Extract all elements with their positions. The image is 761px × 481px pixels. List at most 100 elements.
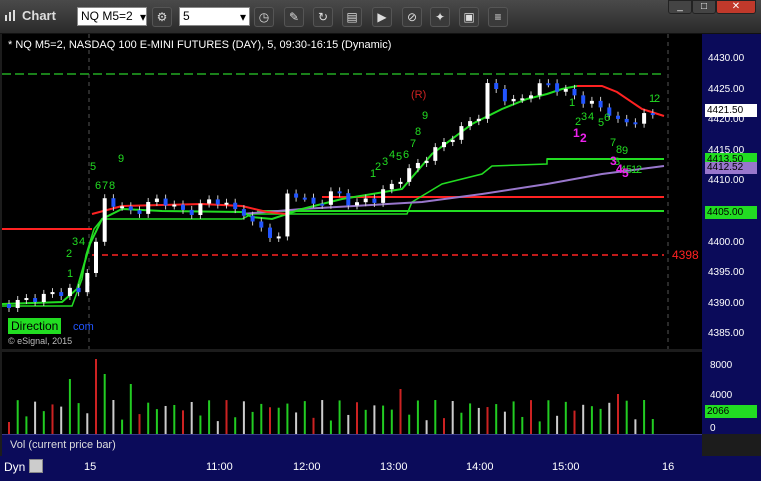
candle-body: [546, 83, 551, 86]
volume-bar: [25, 416, 28, 434]
candle-body: [415, 162, 420, 169]
count-label: 4: [79, 236, 85, 248]
candle-body: [337, 191, 342, 194]
volume-badge: 2066: [705, 405, 757, 418]
candle-body: [189, 209, 194, 215]
close-button[interactable]: ✕: [716, 0, 756, 14]
copyright-text: © eSignal, 2015: [8, 336, 72, 346]
candle-body: [529, 95, 533, 99]
volume-bar: [321, 400, 324, 434]
volume-bar: [408, 414, 411, 434]
print-icon[interactable]: ▤: [342, 7, 362, 27]
candle-body: [346, 193, 351, 206]
count-label: 4: [389, 149, 395, 161]
refresh-icon[interactable]: ↻: [313, 7, 333, 27]
candle-body: [268, 227, 272, 238]
menu-icon[interactable]: ≡: [488, 7, 508, 27]
symbol-settings-icon[interactable]: ⚙: [152, 7, 172, 27]
candle-body: [355, 202, 359, 206]
candle-body: [563, 88, 568, 92]
candle-body: [442, 142, 446, 148]
price-tick: 4395.00: [708, 267, 745, 279]
window-title: Chart: [22, 8, 56, 23]
candle-body: [459, 126, 464, 140]
volume-bar: [68, 379, 71, 434]
clock-icon[interactable]: ◷: [254, 7, 274, 27]
count-label: 6: [95, 180, 101, 192]
maximize-button[interactable]: □: [692, 0, 716, 14]
candle-body: [650, 113, 655, 116]
candle-body: [485, 83, 490, 119]
volume-bar: [138, 414, 141, 434]
volume-bar: [164, 405, 167, 434]
candle-body: [320, 203, 325, 206]
count-label: 9: [118, 153, 124, 165]
purple-average-line: [241, 165, 665, 215]
no-entry-icon[interactable]: ⊘: [402, 7, 422, 27]
volume-label: Vol (current price bar): [10, 439, 116, 451]
candle-body: [198, 203, 203, 215]
pencil-icon[interactable]: ✎: [284, 7, 304, 27]
time-label-1400: 14:00: [466, 461, 494, 473]
volume-bar: [608, 402, 611, 434]
magenta-count-label: 1: [573, 126, 580, 140]
interval-dropdown-icon[interactable]: ▾: [237, 8, 249, 25]
price-tick: 4430.00: [708, 53, 745, 64]
play-icon[interactable]: ▶: [372, 7, 392, 27]
volume-bar: [416, 400, 419, 434]
magenta-count-label: 2: [580, 131, 587, 145]
time-axis[interactable]: Dyn 15 11:00 12:00 13:00 14:00 15:00 16: [0, 456, 761, 481]
volume-bar: [190, 401, 193, 434]
candle-body: [24, 298, 29, 301]
volume-bar: [42, 411, 45, 434]
pin-icon[interactable]: ✦: [430, 7, 450, 27]
volume-bar: [625, 400, 628, 434]
volume-bar: [538, 421, 541, 434]
count-label: 1: [569, 97, 575, 109]
volume-bar: [434, 400, 437, 434]
candles: [7, 79, 655, 312]
vol-tick-4000: 4000: [710, 390, 733, 401]
volume-bar: [329, 420, 332, 434]
time-label-1300: 13:00: [380, 461, 408, 473]
save-icon[interactable]: ▣: [459, 7, 479, 27]
candle-body: [224, 202, 229, 205]
candle-body: [389, 183, 394, 190]
minimize-button[interactable]: _: [668, 0, 692, 14]
candle-body: [233, 202, 238, 210]
time-label-16: 16: [662, 461, 675, 473]
candle-body: [59, 292, 64, 296]
count-label: 2: [66, 248, 72, 260]
volume-bar: [521, 416, 524, 434]
candle-body: [137, 210, 142, 214]
volume-bar: [277, 407, 280, 434]
candle-body: [50, 292, 55, 295]
vol-tick-8000: 8000: [710, 360, 733, 371]
candle-body: [41, 293, 46, 302]
price-axis[interactable]: 4430.004425.004420.004415.004410.004405.…: [702, 34, 761, 434]
candle-body: [476, 118, 481, 122]
volume-bar: [634, 419, 637, 434]
time-label-1100: 11:00: [206, 461, 233, 473]
volume-bar: [451, 401, 454, 434]
magenta-count-label: 5: [622, 166, 629, 180]
candle-body: [33, 298, 38, 302]
symbol-dropdown-icon[interactable]: ▾: [137, 8, 149, 25]
candle-body: [555, 83, 560, 92]
volume-bar: [556, 415, 559, 434]
volume-bar: [356, 402, 358, 434]
volume-bar: [312, 417, 315, 434]
lock-icon[interactable]: [29, 459, 43, 473]
count-label: 5: [90, 161, 96, 173]
volume-bar: [34, 401, 37, 434]
red-level-value: 4398: [672, 248, 699, 262]
count-labels: 123 456 7 8912 34 5 678912 3 4 5 678 91234 5121 234 5: [66, 93, 660, 280]
volume-bar: [573, 410, 576, 434]
price-chart[interactable]: * NQ M5=2, NASDAQ 100 E-MINI FUTURES (DA…: [1, 34, 702, 349]
volume-study-bar[interactable]: Vol (current price bar): [2, 434, 702, 457]
title-bar: Chart NQ M5=2 ▾ ⚙ 5 ▾ ◷ ✎ ↻ ▤ ▶ ⊘ ✦ ▣ ≡ …: [0, 0, 761, 34]
volume-bar: [8, 422, 10, 434]
volume-bar: [651, 419, 654, 434]
volume-bar: [617, 394, 619, 434]
candle-body: [172, 204, 177, 207]
